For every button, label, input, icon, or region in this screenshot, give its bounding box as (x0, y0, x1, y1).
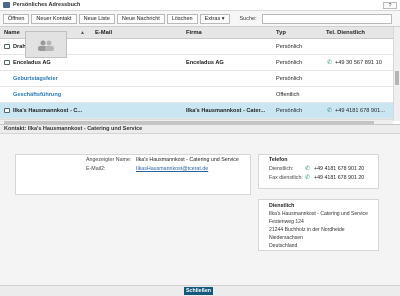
cell-type: Persönlich (276, 76, 303, 82)
cell-type: Persönlich (276, 108, 303, 114)
help-button[interactable]: ? (383, 2, 397, 9)
phone-icon: ✆ (305, 166, 311, 172)
toolbar: Öffnen Neuer Kontakt Neue Liste Neue Nac… (0, 11, 400, 27)
cell-name: Geschäftsführung (13, 92, 62, 98)
address-section-title: Dienstlich (269, 203, 295, 209)
column-header-phone[interactable]: Tel. Dienstlich (326, 30, 365, 36)
phone-icon: ✆ (327, 60, 333, 66)
search-input[interactable] (261, 13, 392, 24)
new-list-button[interactable]: Neue Liste (78, 13, 115, 24)
address-line: Festenweg 124 (269, 219, 304, 225)
contact-card-icon (4, 44, 10, 49)
contact-card-icon (4, 60, 10, 65)
table-row[interactable]: Geschäftsführung Öffentlich (0, 87, 393, 103)
display-name-value: Ilka's Hausmannkost - Catering und Servi… (136, 157, 239, 163)
scrollbar-thumb[interactable] (395, 71, 399, 85)
cell-name: Enceladus AG (13, 60, 51, 66)
business-phone-value[interactable]: +49 4181 678 901 20 (314, 166, 364, 172)
contact-detail-header: Kontakt: Ilka's Hausmannkost - Catering … (0, 124, 400, 134)
vertical-scrollbar[interactable] (393, 27, 400, 121)
column-header-name[interactable]: Name (4, 30, 20, 36)
contact-card-icon (4, 108, 10, 113)
cell-name: Geburtstagsfeier (13, 76, 58, 82)
address-line: Ilka's Hausmannkost - Catering und Servi… (269, 211, 368, 217)
title-bar: Persönliches Adressbuch ? (0, 0, 400, 11)
display-name-label: Angezeigter Name: (86, 157, 132, 163)
address-line: Niedersachsen (269, 235, 303, 241)
open-button[interactable]: Öffnen (3, 13, 30, 24)
business-phone-label: Dienstlich: (269, 166, 294, 172)
cell-company: Enceladus AG (186, 60, 224, 66)
cell-phone[interactable]: +49 30 567 891 10 (335, 60, 393, 66)
column-header-email[interactable]: E-Mail (95, 30, 112, 36)
phone-section-title: Telefon (269, 157, 288, 163)
column-header-company[interactable]: Firma (186, 30, 202, 36)
table-row[interactable]: Geburtstagsfeier Persönlich (0, 71, 393, 87)
cell-type: Öffentlich (276, 92, 300, 98)
table-row-selected[interactable]: Ilka's Hausmannkost - C... Ilka's Hausma… (0, 103, 393, 119)
contact-detail-title: Kontakt: Ilka's Hausmannkost - Catering … (4, 126, 143, 132)
column-header-type[interactable]: Typ (276, 30, 286, 36)
email-link[interactable]: IlkasHausmannkost@tcerat.de (136, 166, 208, 172)
cell-phone[interactable]: +49 4181 678 901... (335, 108, 393, 114)
address-line: Deutschland (269, 243, 298, 249)
cell-type: Persönlich (276, 60, 303, 66)
extras-menu-button[interactable]: Extras ▾ (199, 13, 230, 24)
address-book-icon (3, 2, 10, 8)
delete-button[interactable]: Löschen (166, 13, 198, 24)
business-fax-value[interactable]: +49 4181 678 901 20 (314, 175, 364, 181)
cell-name: Ilka's Hausmannkost - C... (13, 108, 83, 114)
cell-company: Ilka's Hausmannkost - Cater... (186, 108, 266, 114)
phone-icon: ✆ (305, 175, 311, 181)
new-message-button[interactable]: Neue Nachricht (116, 13, 165, 24)
new-contact-button[interactable]: Neuer Kontakt (31, 13, 77, 24)
window-title: Persönliches Adressbuch (13, 2, 81, 8)
phone-icon: ✆ (327, 108, 333, 114)
business-fax-label: Fax dienstlich: (269, 175, 303, 181)
search-label: Suche: (239, 15, 257, 22)
people-icon (38, 40, 54, 51)
address-line: 21244 Buchholz in der Nordheide (269, 227, 345, 233)
cell-type: Persönlich (276, 44, 303, 50)
contact-photo-placeholder (25, 31, 67, 58)
sort-ascending-icon: ▲ (80, 30, 85, 36)
close-button[interactable]: Schließen (184, 287, 213, 295)
email-label: E-Mail2: (86, 166, 106, 172)
